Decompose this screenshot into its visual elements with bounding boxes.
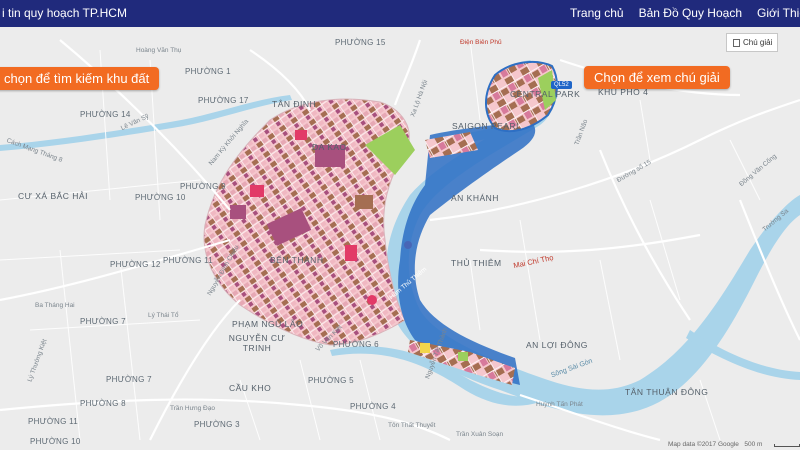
mixed-use-zone[interactable] xyxy=(230,205,246,219)
street-label: Lý Thái Tổ xyxy=(148,312,179,319)
attribution-text: Map data ©2017 Google xyxy=(668,441,739,448)
public-zone[interactable] xyxy=(345,245,357,261)
public-zone[interactable] xyxy=(250,185,264,197)
street-label: Điện Biên Phủ xyxy=(460,39,502,46)
ward-label: PHƯỜNG 11 xyxy=(28,417,79,426)
ward-label: PHƯỜNG 14 xyxy=(80,110,131,119)
area-label: ĐA KAO xyxy=(312,142,347,152)
street-label: Trần Hưng Đạo xyxy=(170,405,215,412)
ward-label: PHƯỜNG 5 xyxy=(308,376,354,385)
green-zone[interactable] xyxy=(458,352,468,361)
public-zone[interactable] xyxy=(295,130,307,140)
area-label: TÂN ĐỊNH xyxy=(272,99,317,109)
ward-label: PHƯỜNG 3 xyxy=(194,420,240,429)
ward-label: PHƯỜNG 12 xyxy=(110,260,161,269)
ward-label: PHƯỜNG 11 xyxy=(163,256,214,265)
street-label: Trần Xuân Soạn xyxy=(456,431,504,438)
area-label: TÂN THUẬN ĐÔNG xyxy=(625,387,709,397)
area-label: THỦ THIÊM xyxy=(451,258,502,268)
ward-label: PHƯỜNG 10 xyxy=(135,193,186,202)
ward-label: PHƯỜNG 9 xyxy=(180,182,226,191)
area-label: AN KHÁNH xyxy=(451,193,499,203)
area-label: CENTRAL PARK xyxy=(510,89,581,99)
planning-map[interactable]: TÂN ĐỊNH ĐA KAO BẾN THÀNH PHẠM NGŨ LÃO N… xyxy=(0,27,800,450)
top-navbar: i tin quy hoạch TP.HCM Trang chủ Bản Đồ … xyxy=(0,0,800,27)
street-label: Tôn Thất Thuyết xyxy=(388,422,436,429)
map-attribution: Map data ©2017 Google 500 m xyxy=(668,441,762,448)
scale-label: 500 m xyxy=(744,441,763,448)
document-icon xyxy=(733,38,740,47)
area-label: PHẠM NGŨ LÃO xyxy=(232,319,304,329)
commercial-zone[interactable] xyxy=(355,195,373,209)
area-label: SAIGON PEARL xyxy=(452,121,522,131)
ward-label: PHƯỜNG 17 xyxy=(198,96,249,105)
area-label: CẦU KHO xyxy=(229,383,272,393)
yellow-zone[interactable] xyxy=(420,343,430,353)
ward-label: PHƯỜNG 8 xyxy=(80,399,126,408)
area-label: BẾN THÀNH xyxy=(270,255,324,265)
area-label: AN LỢI ĐÔNG xyxy=(526,340,588,350)
area-label: CƯ XÁ BẮC HẢI xyxy=(18,191,88,201)
route-shield: QL52 xyxy=(551,81,572,89)
search-callout[interactable]: chọn để tìm kiếm khu đất xyxy=(0,67,160,90)
nav-about-link[interactable]: Giới Thiệ xyxy=(757,6,800,20)
nav-planning-map-link[interactable]: Bản Đồ Quy Hoạch xyxy=(639,6,742,20)
street-label: Hoàng Văn Thụ xyxy=(136,47,182,54)
area-label: NGUYỄN CƯ TRINH xyxy=(228,333,286,353)
site-title[interactable]: i tin quy hoạch TP.HCM xyxy=(2,6,127,20)
page: i tin quy hoạch TP.HCM Trang chủ Bản Đồ … xyxy=(0,0,800,450)
ward-label: PHƯỜNG 10 xyxy=(30,437,81,446)
nav-home-link[interactable]: Trang chủ xyxy=(570,6,624,20)
ward-label: PHƯỜNG 6 xyxy=(333,340,379,349)
street-label: Huỳnh Tấn Phát xyxy=(536,401,583,408)
ward-label: PHƯỜNG 4 xyxy=(350,402,396,411)
ward-label: PHƯỜNG 15 xyxy=(335,38,386,47)
legend-button-label: Chú giải xyxy=(743,38,773,47)
nav-menu: Trang chủ Bản Đồ Quy Hoạch Giới Thiệ xyxy=(570,6,800,20)
ward-label: PHƯỜNG 1 xyxy=(185,67,231,76)
ward-label: PHƯỜNG 7 xyxy=(80,317,126,326)
street-label: Ba Tháng Hai xyxy=(35,302,75,309)
scale-bar xyxy=(774,444,800,447)
public-zone[interactable] xyxy=(367,295,377,305)
legend-callout[interactable]: Chọn để xem chú giải xyxy=(584,66,730,89)
legend-button[interactable]: Chú giải xyxy=(726,33,778,52)
ward-label: PHƯỜNG 7 xyxy=(106,375,152,384)
